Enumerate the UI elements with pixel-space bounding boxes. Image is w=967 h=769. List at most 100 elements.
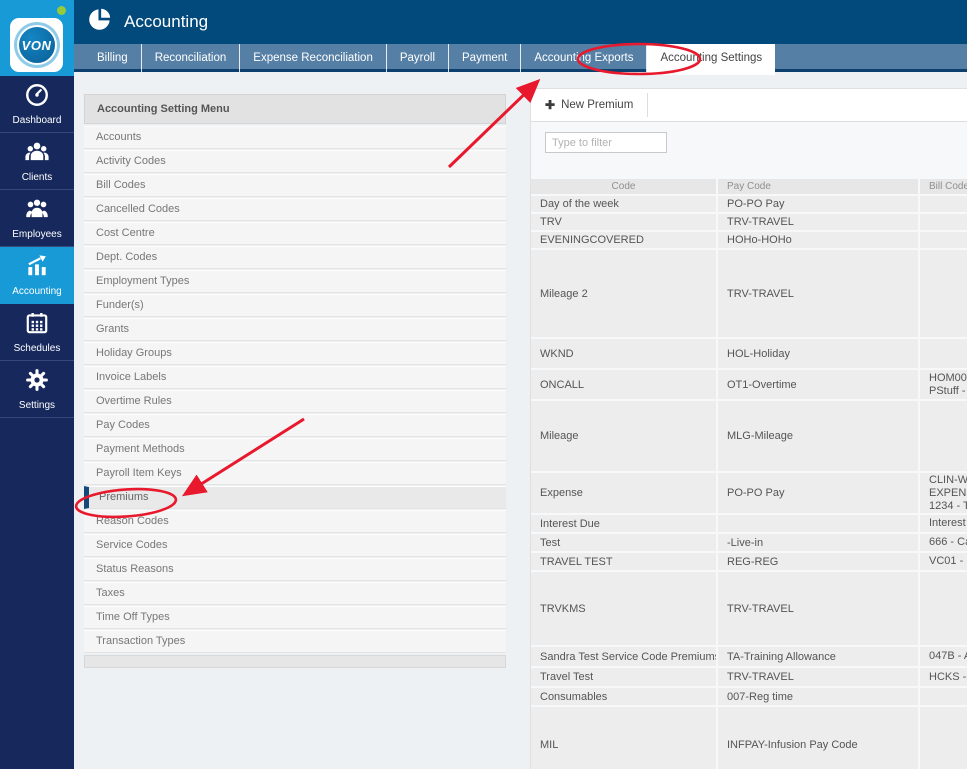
premiums-table: CodePay CodeBill Codes Day of the weekPO-… — [531, 179, 967, 769]
von-logo-ring: VON — [13, 22, 60, 68]
column-header-code[interactable]: Code — [531, 179, 716, 194]
sidebar-item-dashboard[interactable]: Dashboard — [0, 76, 74, 133]
cell-bill-codes — [920, 196, 967, 212]
menu-item-service-codes[interactable]: Service Codes — [84, 534, 506, 557]
table-row-trv[interactable]: TRV TRV-TRAVEL — [531, 214, 967, 230]
cell-pay-code: REG-REG — [718, 553, 918, 570]
table-row-consumables[interactable]: Consumables 007-Reg time — [531, 688, 967, 705]
menu-item-status-reasons[interactable]: Status Reasons — [84, 558, 506, 581]
table-row-test[interactable]: Test-Live-in 666 - Cam — [531, 534, 967, 551]
cell-bill-codes — [920, 214, 967, 230]
menu-item-reason-codes[interactable]: Reason Codes — [84, 510, 506, 533]
table-row-interest-due[interactable]: Interest Due Interest Du — [531, 515, 967, 532]
top-header: Accounting — [74, 0, 967, 44]
cell-pay-code: PO-PO Pay — [718, 196, 918, 212]
table-row-expense[interactable]: ExpensePO-PO PayCLIN-WC -EXPENSE1234 - T… — [531, 473, 967, 513]
cell-code: Interest Due — [531, 515, 716, 532]
tab-accounting-settings[interactable]: Accounting Settings — [647, 44, 776, 75]
column-header-bill-codes[interactable]: Bill Codes — [920, 179, 967, 194]
cell-code: MIL — [531, 707, 716, 769]
cell-bill-codes — [920, 250, 967, 337]
status-dot — [57, 6, 66, 15]
cell-code: Expense — [531, 473, 716, 513]
menu-item-payroll-item-keys[interactable]: Payroll Item Keys — [84, 462, 506, 485]
cell-bill-codes: HCKS - Ho — [920, 668, 967, 686]
menu-item-accounts[interactable]: Accounts — [84, 126, 506, 149]
menu-item-premiums[interactable]: Premiums — [84, 486, 506, 509]
premiums-panel: ✚ New Premium CodePay CodeBill Codes Day … — [530, 88, 967, 769]
cell-bill-codes — [920, 401, 967, 471]
tab-payroll[interactable]: Payroll — [387, 44, 449, 72]
sidebar-item-label: Accounting — [12, 286, 62, 297]
table-row-trvkms[interactable]: TRVKMS TRV-TRAVEL — [531, 572, 967, 645]
menu-item-time-off-types[interactable]: Time Off Types — [84, 606, 506, 629]
table-row-day-of-the-week[interactable]: Day of the week PO-PO Pay — [531, 196, 967, 212]
menu-item-taxes[interactable]: Taxes — [84, 582, 506, 605]
cell-bill-codes: 047B - Ass — [920, 647, 967, 666]
menu-item-activity-codes[interactable]: Activity Codes — [84, 150, 506, 173]
table-row-mileage-2[interactable]: Mileage 2 TRV-TRAVEL — [531, 250, 967, 337]
cell-pay-code: MLG-Mileage — [718, 401, 918, 471]
bill-code-line: PStuff - Pr — [929, 384, 967, 397]
filter-row — [531, 122, 967, 153]
menu-item-invoice-labels[interactable]: Invoice Labels — [84, 366, 506, 389]
table-row-eveningcovered[interactable]: EVENINGCOVERED HOHo-HOHo — [531, 232, 967, 248]
table-row-mil[interactable]: MIL INFPAY-Infusion Pay Code — [531, 707, 967, 769]
sidebar-item-schedules[interactable]: Schedules — [0, 304, 74, 361]
cell-code: TRAVEL TEST — [531, 553, 716, 570]
tab-reconciliation[interactable]: Reconciliation — [142, 44, 241, 72]
table-row-wknd[interactable]: WKND HOL-Holiday — [531, 339, 967, 368]
toolbar-separator — [647, 93, 649, 117]
tab-billing[interactable]: Billing — [84, 44, 142, 72]
menu-item-overtime-rules[interactable]: Overtime Rules — [84, 390, 506, 413]
employees-icon — [24, 196, 50, 227]
sidebar-item-settings[interactable]: Settings — [0, 361, 74, 418]
cell-bill-codes — [920, 707, 967, 769]
menu-item-holiday-groups[interactable]: Holiday Groups — [84, 342, 506, 365]
tab-expense-reconciliation[interactable]: Expense Reconciliation — [240, 44, 387, 72]
sidebar-item-clients[interactable]: Clients — [0, 133, 74, 190]
menu-item-bill-codes[interactable]: Bill Codes — [84, 174, 506, 197]
menu-item-payment-methods[interactable]: Payment Methods — [84, 438, 506, 461]
menu-item-dept-codes[interactable]: Dept. Codes — [84, 246, 506, 269]
table-row-mileage[interactable]: Mileage MLG-Mileage — [531, 401, 967, 471]
menu-item-employment-types[interactable]: Employment Types — [84, 270, 506, 293]
cell-pay-code: INFPAY-Infusion Pay Code — [718, 707, 918, 769]
cell-pay-code: HOHo-HOHo — [718, 232, 918, 248]
menu-item-cancelled-codes[interactable]: Cancelled Codes — [84, 198, 506, 221]
cell-pay-code: TA-Training Allowance — [718, 647, 918, 666]
schedules-icon — [24, 310, 50, 341]
new-premium-button[interactable]: ✚ New Premium — [545, 98, 633, 112]
pie-chart-icon — [87, 7, 112, 37]
accounting-icon — [24, 253, 50, 284]
filter-input[interactable] — [545, 132, 667, 153]
table-row-travel-test[interactable]: TRAVEL TESTREG-REG VC01 - BC — [531, 553, 967, 570]
tab-payment[interactable]: Payment — [449, 44, 522, 72]
tab-accounting-exports[interactable]: Accounting Exports — [521, 44, 648, 72]
column-header-pay-code[interactable]: Pay Code — [718, 179, 918, 194]
sidebar-item-label: Clients — [21, 172, 53, 183]
sidebar-item-label: Settings — [18, 400, 56, 411]
menu-title: Accounting Setting Menu — [84, 94, 506, 124]
cell-bill-codes — [920, 572, 967, 645]
menu-item-funder-s[interactable]: Funder(s) — [84, 294, 506, 317]
cell-code: Sandra Test Service Code Premiums — [531, 647, 716, 666]
menu-item-grants[interactable]: Grants — [84, 318, 506, 341]
cell-pay-code: TRV-TRAVEL — [718, 250, 918, 337]
menu-item-transaction-types[interactable]: Transaction Types — [84, 630, 506, 653]
cell-bill-codes: 666 - Cam — [920, 534, 967, 551]
page-title: Accounting — [124, 12, 209, 31]
table-row-oncall[interactable]: ONCALLOT1-OvertimeHOM003 -PStuff - Pr — [531, 370, 967, 399]
menu-item-cost-centre[interactable]: Cost Centre — [84, 222, 506, 245]
von-logo[interactable]: VON — [10, 18, 63, 72]
cell-pay-code: HOL-Holiday — [718, 339, 918, 368]
cell-code: ONCALL — [531, 370, 716, 399]
menu-item-pay-codes[interactable]: Pay Codes — [84, 414, 506, 437]
table-row-travel-test[interactable]: Travel TestTRV-TRAVEL HCKS - Ho — [531, 668, 967, 686]
sidebar-item-employees[interactable]: Employees — [0, 190, 74, 247]
sidebar-item-accounting[interactable]: Accounting — [0, 247, 74, 304]
cell-code: Mileage 2 — [531, 250, 716, 337]
table-row-sandra-test-service-code-premiums[interactable]: Sandra Test Service Code Premiums TA-Trai… — [531, 647, 967, 666]
logo-cell: VON — [0, 0, 74, 76]
bill-code-line: CLIN-WC - — [929, 473, 967, 486]
